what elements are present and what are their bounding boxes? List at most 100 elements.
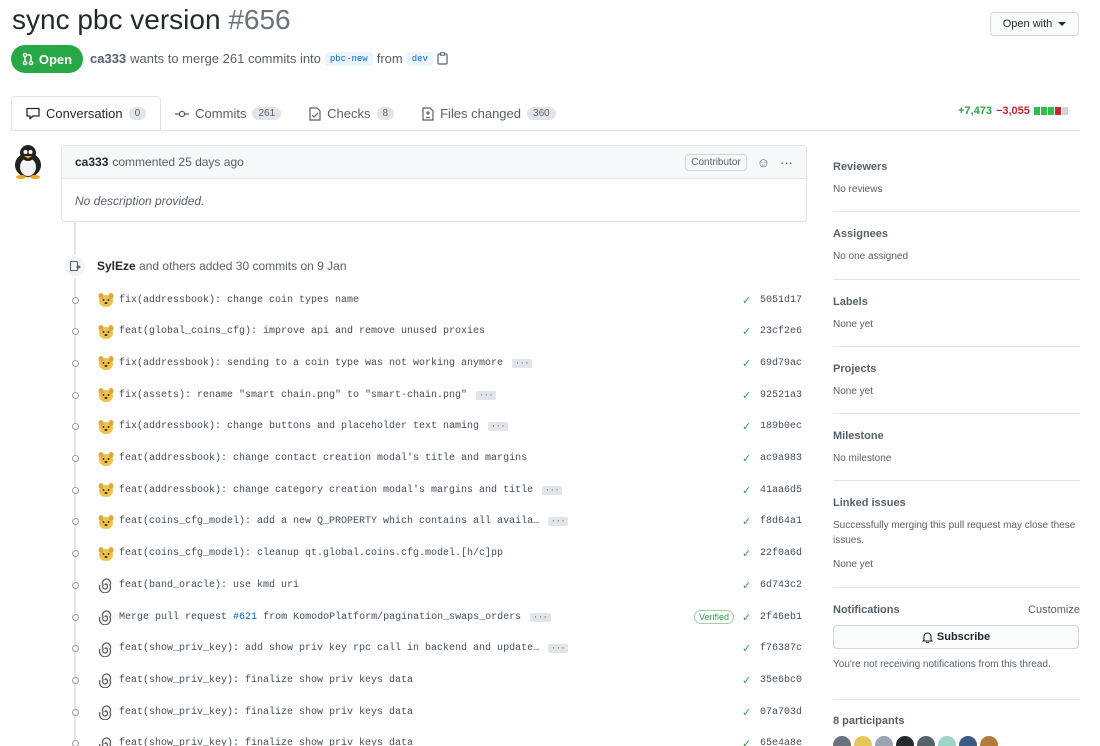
pr-author[interactable]: ca333 bbox=[90, 51, 126, 66]
dog-avatar-icon[interactable] bbox=[97, 292, 114, 309]
expand-message-button[interactable]: ··· bbox=[542, 485, 563, 495]
commit-message[interactable]: fix(addressbook): change buttons and pla… bbox=[119, 421, 509, 432]
commit-sha-link[interactable]: f8d64a1 bbox=[760, 516, 802, 527]
tab-checks[interactable]: Checks 8 bbox=[295, 96, 408, 131]
spiral-avatar-icon[interactable] bbox=[97, 577, 114, 594]
check-success-icon[interactable]: ✓ bbox=[742, 325, 751, 338]
customize-link[interactable]: Customize bbox=[1028, 604, 1080, 616]
commit-sha-link[interactable]: f76387c bbox=[760, 643, 802, 654]
check-success-icon[interactable]: ✓ bbox=[742, 706, 751, 719]
check-success-icon[interactable]: ✓ bbox=[742, 547, 751, 560]
avatar[interactable] bbox=[938, 736, 956, 746]
dog-avatar-icon[interactable] bbox=[97, 450, 114, 467]
commit-sha-link[interactable]: 5051d17 bbox=[760, 295, 802, 306]
check-success-icon[interactable]: ✓ bbox=[742, 579, 751, 592]
commit-message[interactable]: fix(addressbook): change coin types name bbox=[119, 295, 359, 306]
milestone-section[interactable]: Milestone No milestone bbox=[833, 430, 1080, 466]
commit-message[interactable]: feat(addressbook): change contact creati… bbox=[119, 453, 527, 464]
commit-sha-link[interactable]: 6d743c2 bbox=[760, 580, 802, 591]
tab-files-changed[interactable]: Files changed 360 bbox=[408, 96, 570, 131]
check-success-icon[interactable]: ✓ bbox=[742, 642, 751, 655]
check-success-icon[interactable]: ✓ bbox=[742, 515, 751, 528]
spiral-avatar-icon[interactable] bbox=[97, 704, 114, 721]
labels-section[interactable]: Labels None yet bbox=[833, 296, 1080, 332]
linked-issues-section[interactable]: Linked issues Successfully merging this … bbox=[833, 497, 1080, 572]
avatar[interactable] bbox=[980, 736, 998, 746]
commit-message[interactable]: feat(show_priv_key): finalize show priv … bbox=[119, 675, 413, 686]
check-success-icon[interactable]: ✓ bbox=[742, 484, 751, 497]
commit-sha-link[interactable]: 22f0a6d bbox=[760, 548, 802, 559]
expand-message-button[interactable]: ··· bbox=[548, 517, 569, 527]
avatar[interactable] bbox=[854, 736, 872, 746]
expand-message-button[interactable]: ··· bbox=[530, 612, 551, 622]
spiral-avatar-icon[interactable] bbox=[97, 640, 114, 657]
check-success-icon[interactable]: ✓ bbox=[742, 674, 751, 687]
commit-message[interactable]: feat(show_priv_key): finalize show priv … bbox=[119, 707, 413, 718]
check-success-icon[interactable]: ✓ bbox=[742, 357, 751, 370]
spiral-avatar-icon[interactable] bbox=[97, 672, 114, 689]
base-branch[interactable]: pbc-new bbox=[324, 51, 373, 66]
avatar[interactable] bbox=[833, 736, 851, 746]
tab-commits[interactable]: Commits 261 bbox=[161, 96, 295, 131]
commit-message[interactable]: feat(show_priv_key): add show priv key r… bbox=[119, 643, 569, 654]
author-avatar[interactable] bbox=[11, 143, 45, 179]
commit-sha-link[interactable]: 35e6bc0 bbox=[760, 675, 802, 686]
commit-message[interactable]: fix(addressbook): sending to a coin type… bbox=[119, 358, 533, 369]
tab-conversation[interactable]: Conversation 0 bbox=[11, 96, 162, 131]
commit-message[interactable]: feat(band_oracle): use kmd uri bbox=[119, 580, 299, 591]
commit-sha-link[interactable]: 65e4a8e bbox=[760, 738, 802, 746]
spiral-avatar-icon[interactable] bbox=[97, 609, 114, 626]
commit-message[interactable]: feat(addressbook): change category creat… bbox=[119, 485, 563, 496]
commit-sha-link[interactable]: ac9a983 bbox=[760, 453, 802, 464]
head-branch[interactable]: dev bbox=[406, 51, 433, 66]
commit-message[interactable]: feat(coins_cfg_model): cleanup qt.global… bbox=[119, 548, 503, 559]
commit-message[interactable]: feat(show_priv_key): finalize show priv … bbox=[119, 738, 413, 746]
verified-badge[interactable]: Verified bbox=[694, 610, 735, 624]
dog-avatar-icon[interactable] bbox=[97, 355, 114, 372]
commit-sha-link[interactable]: 07a703d bbox=[760, 707, 802, 718]
avatar[interactable] bbox=[896, 736, 914, 746]
check-success-icon[interactable]: ✓ bbox=[742, 611, 751, 624]
commit-sha-link[interactable]: 189b0ec bbox=[760, 421, 802, 432]
smiley-icon[interactable]: ☺ bbox=[757, 155, 770, 170]
projects-section[interactable]: Projects None yet bbox=[833, 363, 1080, 399]
check-success-icon[interactable]: ✓ bbox=[742, 737, 751, 746]
subscribe-button[interactable]: Subscribe bbox=[833, 625, 1079, 649]
commit-sha-link[interactable]: 69d79ac bbox=[760, 358, 802, 369]
commit-sha-link[interactable]: 2f46eb1 bbox=[760, 612, 802, 623]
check-success-icon[interactable]: ✓ bbox=[742, 452, 751, 465]
pull-request-link[interactable]: #621 bbox=[233, 612, 257, 623]
avatar[interactable] bbox=[875, 736, 893, 746]
commit-message-text: feat(coins_cfg_model): add a new Q_PROPE… bbox=[119, 516, 540, 528]
dog-avatar-icon[interactable] bbox=[97, 418, 114, 435]
commit-sha-link[interactable]: 41aa6d5 bbox=[760, 485, 802, 496]
commit-sha-link[interactable]: 23cf2e6 bbox=[760, 326, 802, 337]
commit-message[interactable]: fix(assets): rename "smart chain.png" to… bbox=[119, 390, 497, 401]
open-with-button[interactable]: Open with bbox=[990, 12, 1079, 36]
expand-message-button[interactable]: ··· bbox=[476, 390, 497, 400]
commit-message[interactable]: Merge pull request #621 from KomodoPlatf… bbox=[119, 612, 551, 623]
dog-avatar-icon[interactable] bbox=[97, 323, 114, 340]
reviewers-section[interactable]: Reviewers No reviews bbox=[833, 161, 1080, 197]
avatar[interactable] bbox=[959, 736, 977, 746]
dog-avatar-icon[interactable] bbox=[97, 482, 114, 499]
assignees-section[interactable]: Assignees No one assigned bbox=[833, 228, 1080, 264]
spiral-avatar-icon[interactable] bbox=[97, 735, 114, 746]
kebab-menu-icon[interactable]: ··· bbox=[780, 155, 793, 170]
comment-author[interactable]: ca333 bbox=[75, 155, 108, 169]
commit-sha-link[interactable]: 92521a3 bbox=[760, 390, 802, 401]
expand-message-button[interactable]: ··· bbox=[488, 422, 509, 432]
avatar[interactable] bbox=[917, 736, 935, 746]
clipboard-icon[interactable] bbox=[437, 52, 448, 65]
dog-avatar-icon[interactable] bbox=[97, 513, 114, 530]
check-success-icon[interactable]: ✓ bbox=[742, 294, 751, 307]
expand-message-button[interactable]: ··· bbox=[548, 644, 569, 654]
dog-avatar-icon[interactable] bbox=[97, 545, 114, 562]
commit-message[interactable]: feat(coins_cfg_model): add a new Q_PROPE… bbox=[119, 516, 569, 528]
commit-message[interactable]: feat(global_coins_cfg): improve api and … bbox=[119, 326, 485, 337]
check-success-icon[interactable]: ✓ bbox=[742, 389, 751, 402]
dog-avatar-icon[interactable] bbox=[97, 387, 114, 404]
timeline-author[interactable]: SylEze bbox=[97, 259, 136, 273]
check-success-icon[interactable]: ✓ bbox=[742, 420, 751, 433]
expand-message-button[interactable]: ··· bbox=[512, 358, 533, 368]
